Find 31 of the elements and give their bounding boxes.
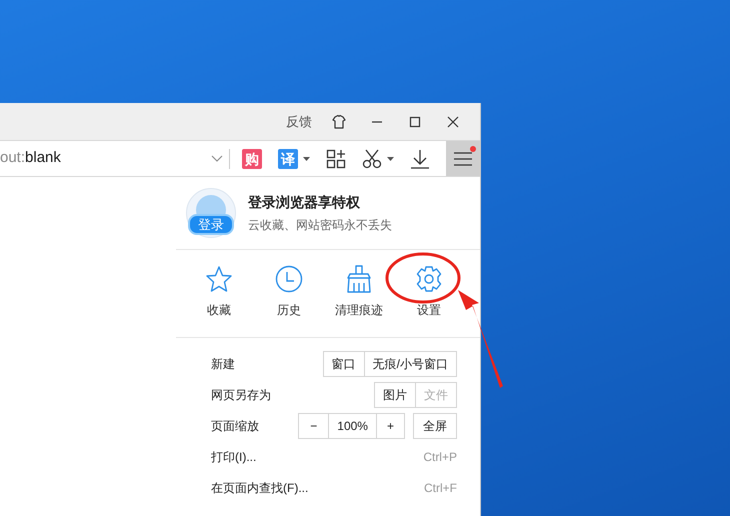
quick-action-button[interactable]: 清理痕迹 <box>324 265 394 337</box>
minimize-icon <box>372 120 382 122</box>
download-icon <box>410 148 430 168</box>
broom-icon <box>345 265 373 293</box>
scissors-icon <box>362 148 382 168</box>
menu-item-label: 网页另存为 <box>211 386 271 404</box>
url-text: out:blank <box>0 148 61 168</box>
apps-icon <box>326 148 346 168</box>
shirt-icon <box>331 114 347 130</box>
quick-action-button[interactable]: 历史 <box>254 265 324 337</box>
login-badge: 登录 <box>188 214 234 235</box>
account-subtitle: 云收藏、网站密码永不丢失 <box>248 217 392 234</box>
chevron-down-icon <box>211 155 223 162</box>
gear-icon <box>415 265 443 293</box>
star-icon <box>205 265 233 293</box>
account-title: 登录浏览器享特权 <box>248 193 361 212</box>
menu-item-label: 新建 <box>211 356 235 372</box>
badge-icon: 购 <box>242 148 262 168</box>
menu-item-label: 打印(I)... <box>211 448 256 466</box>
clock-icon <box>275 265 303 293</box>
feedback-link[interactable]: 反馈 <box>284 112 314 132</box>
quick-action-button[interactable]: 收藏 <box>184 265 254 337</box>
close-icon <box>445 114 461 130</box>
shortcut-text: Ctrl+P <box>423 448 457 466</box>
menu-item-label: 页面缩放 <box>211 418 259 434</box>
quick-action-button[interactable]: 设置 <box>394 265 464 337</box>
menu-button[interactable] <box>446 141 480 176</box>
menu-item-label: 在页面内查找(F)... <box>211 480 308 496</box>
badge-icon: 译 <box>278 148 298 168</box>
menu-icon <box>454 152 472 166</box>
shortcut-text: Ctrl+F <box>424 480 457 496</box>
